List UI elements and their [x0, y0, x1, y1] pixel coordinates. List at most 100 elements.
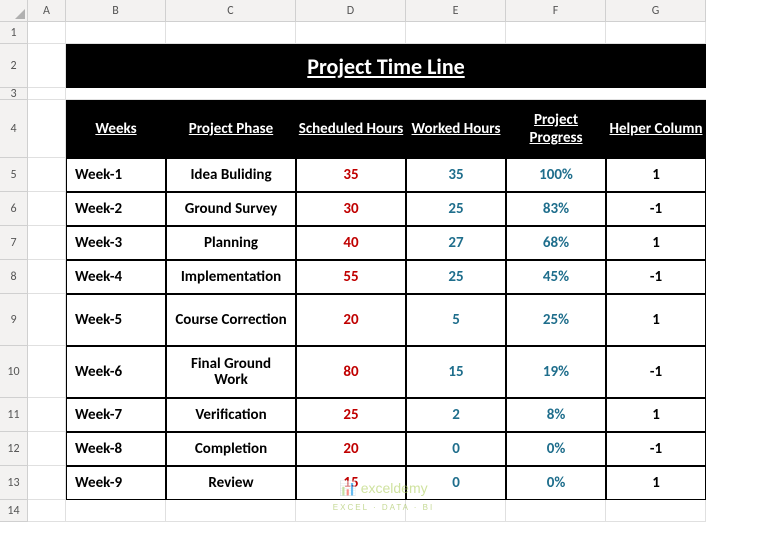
cell-progress[interactable]: 25%	[506, 294, 606, 346]
cell[interactable]	[28, 466, 66, 500]
row-header-6[interactable]: 6	[0, 192, 28, 226]
cell-progress[interactable]: 83%	[506, 192, 606, 226]
cell-worked[interactable]: 35	[406, 158, 506, 192]
row-header-14[interactable]: 14	[0, 500, 28, 522]
th-worked[interactable]: Worked Hours	[406, 100, 506, 158]
cell-week[interactable]: Week-8	[66, 432, 166, 466]
cell[interactable]	[296, 22, 406, 44]
cell[interactable]	[406, 22, 506, 44]
cell-week[interactable]: Week-7	[66, 398, 166, 432]
row-header-3[interactable]: 3	[0, 88, 28, 100]
cell[interactable]	[506, 22, 606, 44]
cell-worked[interactable]: 25	[406, 260, 506, 294]
cell-week[interactable]: Week-3	[66, 226, 166, 260]
cell-week[interactable]: Week-5	[66, 294, 166, 346]
cell-progress[interactable]: 100%	[506, 158, 606, 192]
cell[interactable]	[506, 500, 606, 522]
cell-progress[interactable]: 19%	[506, 346, 606, 398]
cell[interactable]	[28, 88, 66, 100]
cell-scheduled[interactable]: 55	[296, 260, 406, 294]
cell-helper[interactable]: 1	[606, 226, 706, 260]
cell-week[interactable]: Week-6	[66, 346, 166, 398]
cell[interactable]	[28, 158, 66, 192]
row-header-5[interactable]: 5	[0, 158, 28, 192]
cell-phase[interactable]: Completion	[166, 432, 296, 466]
cell-week[interactable]: Week-2	[66, 192, 166, 226]
cell-phase[interactable]: Final Ground Work	[166, 346, 296, 398]
row-header-4[interactable]: 4	[0, 100, 28, 158]
cell-scheduled[interactable]: 40	[296, 226, 406, 260]
row-header-12[interactable]: 12	[0, 432, 28, 466]
cell-scheduled[interactable]: 25	[296, 398, 406, 432]
cell-scheduled[interactable]: 20	[296, 432, 406, 466]
cell[interactable]	[28, 226, 66, 260]
col-header-D[interactable]: D	[296, 0, 406, 22]
th-helper[interactable]: Helper Column	[606, 100, 706, 158]
th-progress[interactable]: Project Progress	[506, 100, 606, 158]
cell[interactable]	[28, 432, 66, 466]
th-phase[interactable]: Project Phase	[166, 100, 296, 158]
row-header-9[interactable]: 9	[0, 294, 28, 346]
cell-progress[interactable]: 0%	[506, 466, 606, 500]
row-header-8[interactable]: 8	[0, 260, 28, 294]
cell-scheduled[interactable]: 15	[296, 466, 406, 500]
cell[interactable]	[606, 500, 706, 522]
cell-week[interactable]: Week-1	[66, 158, 166, 192]
cell[interactable]	[28, 500, 66, 522]
cell-scheduled[interactable]: 30	[296, 192, 406, 226]
cell-helper[interactable]: 1	[606, 294, 706, 346]
cell[interactable]	[406, 500, 506, 522]
cell[interactable]	[28, 100, 66, 158]
cell[interactable]	[28, 22, 66, 44]
cell-phase[interactable]: Idea Buliding	[166, 158, 296, 192]
cell-scheduled[interactable]: 80	[296, 346, 406, 398]
cell-week[interactable]: Week-4	[66, 260, 166, 294]
row-header-7[interactable]: 7	[0, 226, 28, 260]
cell[interactable]	[66, 88, 706, 100]
row-header-2[interactable]: 2	[0, 44, 28, 88]
cell[interactable]	[296, 500, 406, 522]
cell-helper[interactable]: -1	[606, 192, 706, 226]
cell-phase[interactable]: Ground Survey	[166, 192, 296, 226]
col-header-C[interactable]: C	[166, 0, 296, 22]
cell[interactable]	[28, 398, 66, 432]
cell-scheduled[interactable]: 35	[296, 158, 406, 192]
cell[interactable]	[166, 22, 296, 44]
cell-phase[interactable]: Course Correction	[166, 294, 296, 346]
page-title[interactable]: Project Time Line	[66, 44, 706, 88]
cell-progress[interactable]: 45%	[506, 260, 606, 294]
cell[interactable]	[66, 22, 166, 44]
cell[interactable]	[606, 22, 706, 44]
cell-progress[interactable]: 68%	[506, 226, 606, 260]
th-scheduled[interactable]: Scheduled Hours	[296, 100, 406, 158]
row-header-10[interactable]: 10	[0, 346, 28, 398]
cell-progress[interactable]: 0%	[506, 432, 606, 466]
cell-worked[interactable]: 5	[406, 294, 506, 346]
th-weeks[interactable]: Weeks	[66, 100, 166, 158]
cell-phase[interactable]: Planning	[166, 226, 296, 260]
row-header-13[interactable]: 13	[0, 466, 28, 500]
cell-phase[interactable]: Verification	[166, 398, 296, 432]
cell[interactable]	[28, 260, 66, 294]
col-header-A[interactable]: A	[28, 0, 66, 22]
cell[interactable]	[166, 500, 296, 522]
select-all-corner[interactable]	[0, 0, 28, 22]
cell[interactable]	[66, 500, 166, 522]
cell-week[interactable]: Week-9	[66, 466, 166, 500]
cell-helper[interactable]: -1	[606, 260, 706, 294]
cell[interactable]	[28, 44, 66, 88]
col-header-B[interactable]: B	[66, 0, 166, 22]
cell[interactable]	[28, 192, 66, 226]
cell-worked[interactable]: 2	[406, 398, 506, 432]
cell-helper[interactable]: 1	[606, 158, 706, 192]
cell-helper[interactable]: 1	[606, 398, 706, 432]
cell-helper[interactable]: 1	[606, 466, 706, 500]
cell-worked[interactable]: 0	[406, 432, 506, 466]
cell[interactable]	[28, 346, 66, 398]
cell-progress[interactable]: 8%	[506, 398, 606, 432]
cell-helper[interactable]: -1	[606, 346, 706, 398]
cell-worked[interactable]: 0	[406, 466, 506, 500]
cell-worked[interactable]: 15	[406, 346, 506, 398]
row-header-11[interactable]: 11	[0, 398, 28, 432]
cell[interactable]	[28, 294, 66, 346]
